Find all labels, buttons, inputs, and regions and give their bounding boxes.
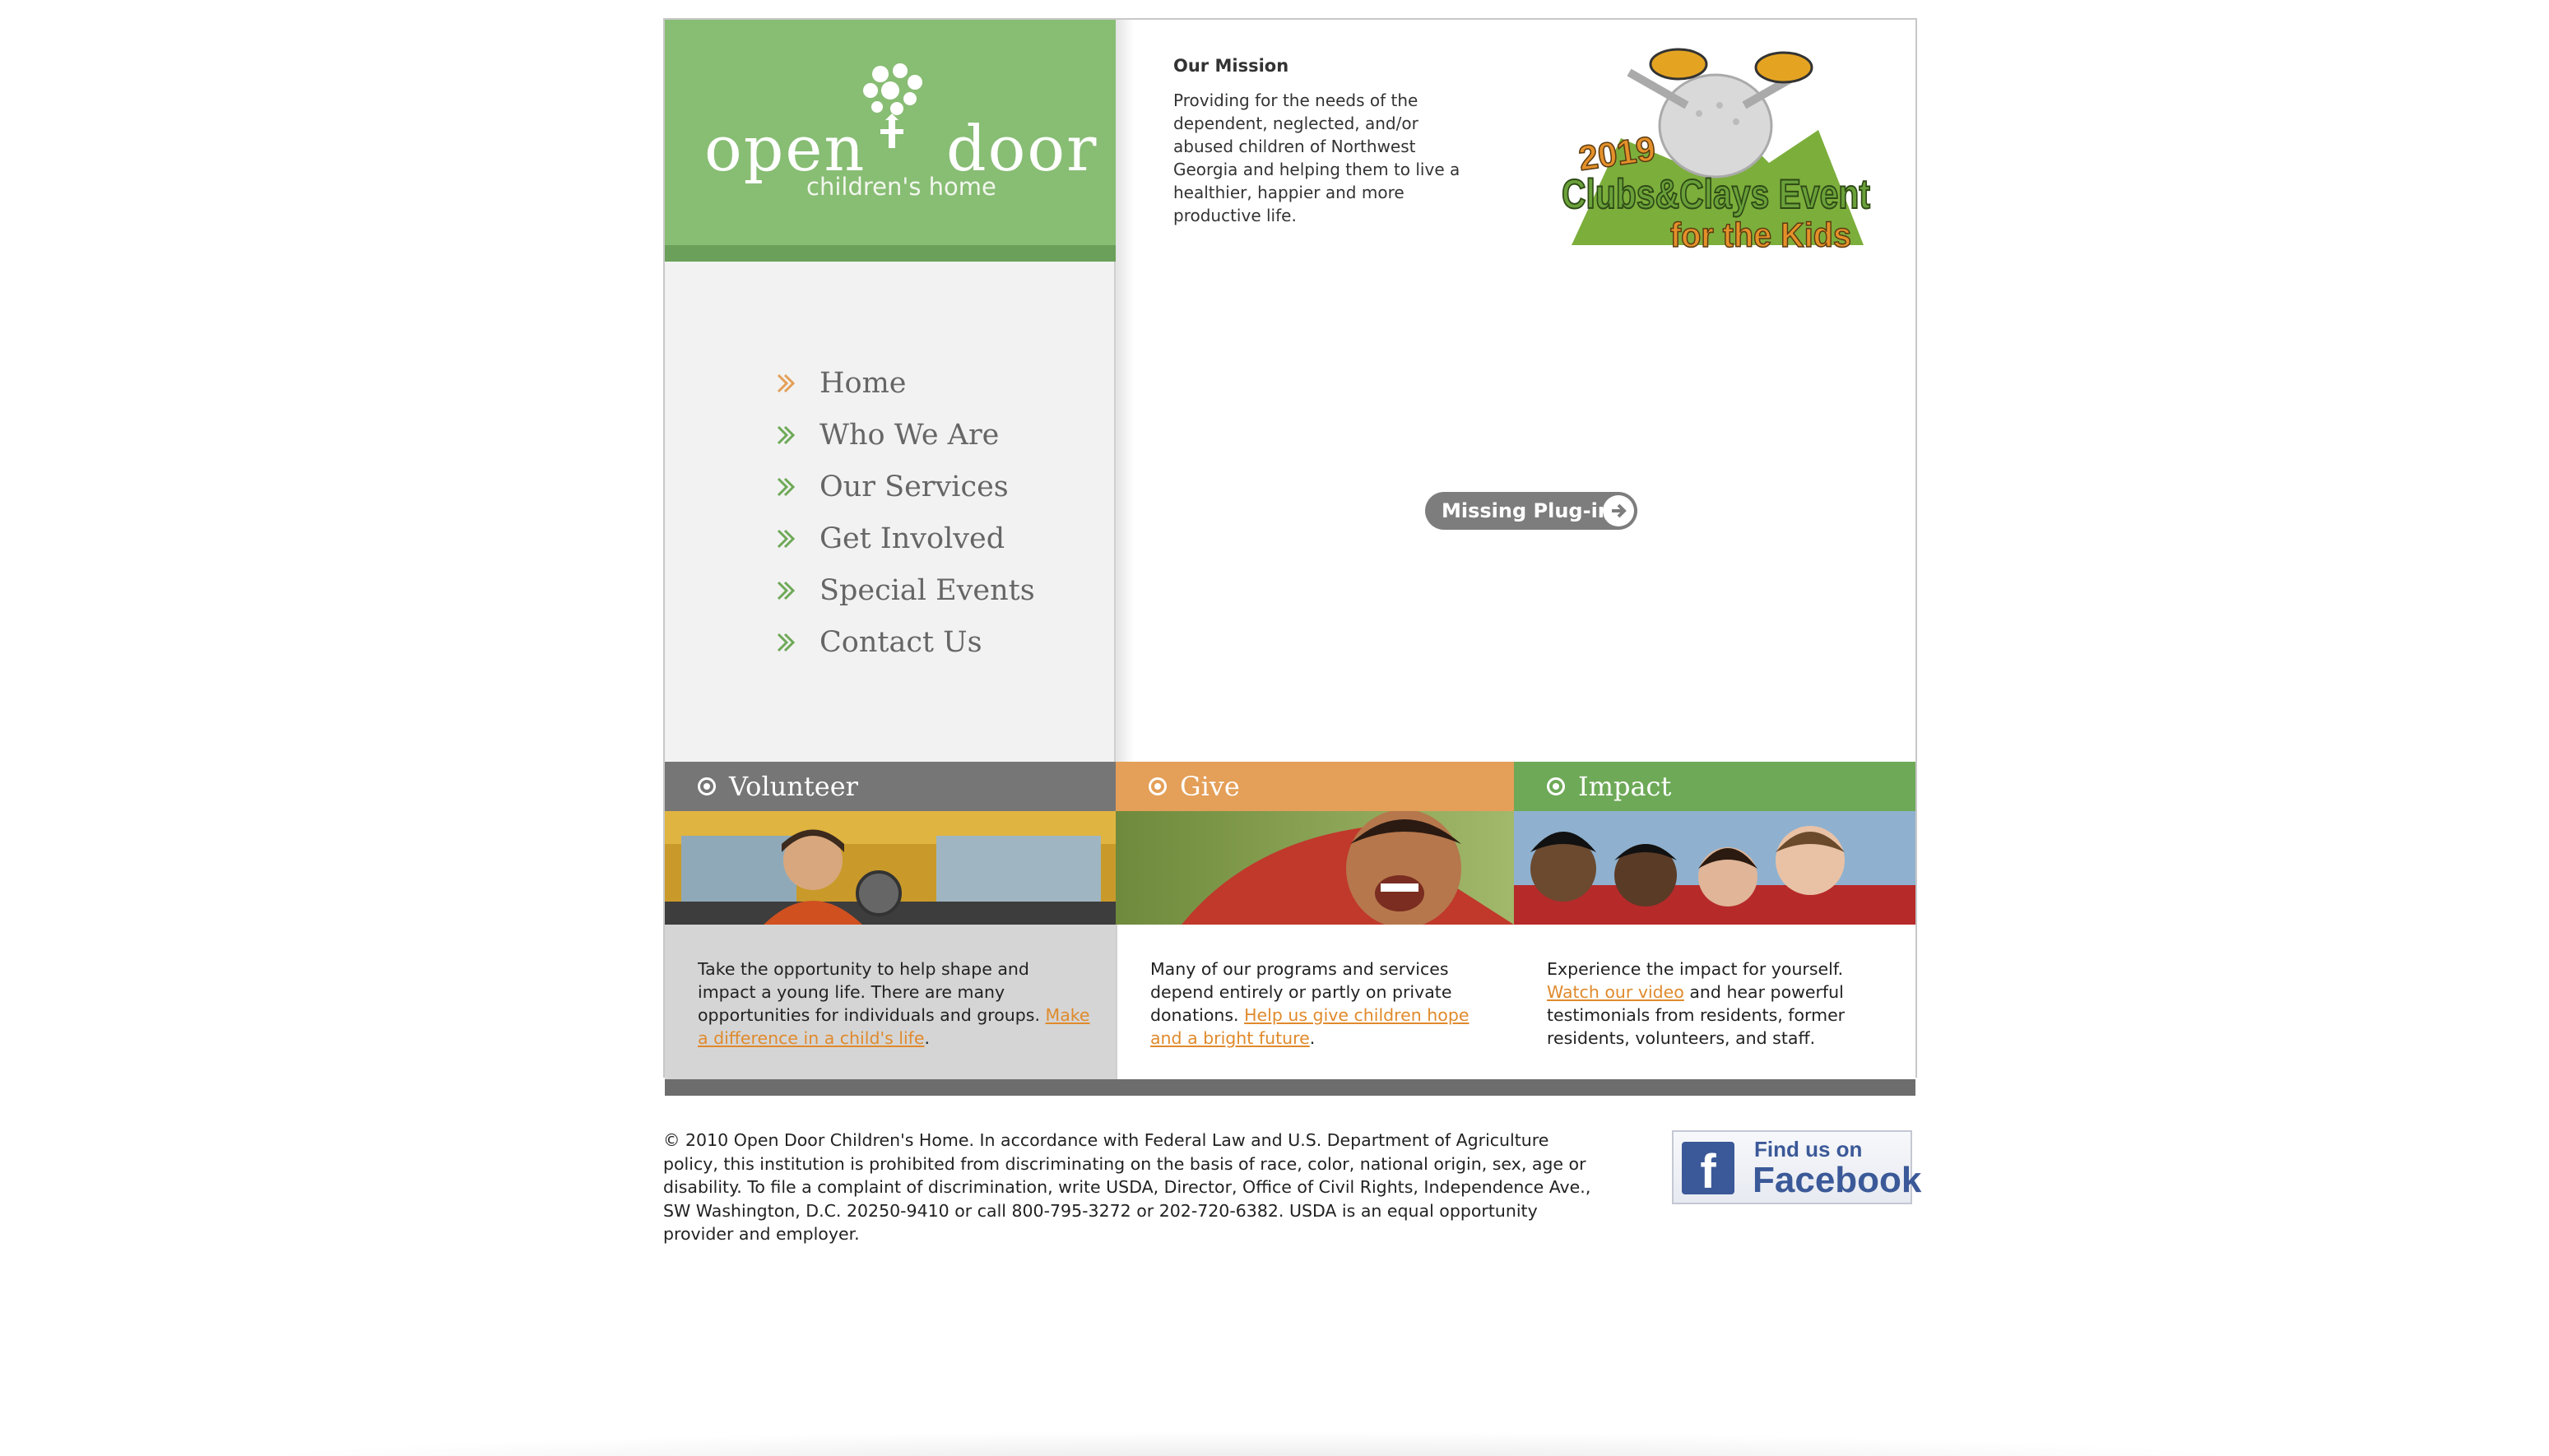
band-label: Impact (1578, 771, 1672, 802)
radio-icon (1547, 777, 1565, 795)
radio-icon (698, 777, 716, 795)
tab-give[interactable]: Give (1116, 762, 1514, 811)
double-chevron-icon (777, 373, 796, 392)
nav-label: Who We Are (819, 418, 1000, 452)
nav-label: Special Events (819, 573, 1035, 607)
logo-strip (665, 245, 1116, 262)
missing-plugin-label: Missing Plug-in (1442, 499, 1612, 522)
missing-plugin-button[interactable]: Missing Plug-in (1425, 492, 1637, 530)
facebook-line2: Facebook (1753, 1160, 1922, 1200)
impact-video-link[interactable]: Watch our video (1547, 982, 1684, 1002)
impact-photo (1514, 811, 1915, 925)
tab-volunteer[interactable]: Volunteer (665, 762, 1116, 811)
band-label: Volunteer (729, 771, 858, 802)
page-container: open door children's home Home Who We Ar… (663, 18, 1917, 1096)
page-shadow (214, 1431, 2287, 1456)
mission-title: Our Mission (1173, 56, 1289, 76)
event-badge-image[interactable]: 2019 Clubs&Clays Event for the Kids (1555, 39, 1876, 262)
radio-icon (1149, 777, 1167, 795)
volunteer-text: Take the opportunity to help shape and i… (698, 959, 1041, 1025)
nav-label: Home (819, 366, 907, 400)
nav-shadow (1116, 20, 1134, 780)
volunteer-column: Take the opportunity to help shape and i… (665, 925, 1116, 1079)
nav-item-home[interactable]: Home (775, 357, 1035, 409)
facebook-icon: f (1682, 1142, 1734, 1199)
logo-subtitle: children's home (806, 173, 996, 201)
nav-item-special-events[interactable]: Special Events (775, 564, 1035, 616)
arrow-right-icon (1603, 495, 1634, 526)
double-chevron-icon (777, 529, 796, 548)
double-chevron-icon (777, 633, 796, 651)
tab-impact[interactable]: Impact (1514, 762, 1915, 811)
main-nav: Home Who We Are Our Services Get Involve… (775, 357, 1035, 668)
double-chevron-icon (777, 477, 796, 496)
nav-item-get-involved[interactable]: Get Involved (775, 512, 1035, 564)
nav-label: Contact Us (819, 625, 982, 659)
give-column: Many of our programs and services depend… (1116, 925, 1514, 1079)
nav-item-who-we-are[interactable]: Who We Are (775, 409, 1035, 461)
double-chevron-icon (777, 425, 796, 444)
logo-panel[interactable]: open door children's home (665, 20, 1116, 245)
impact-intro: Experience the impact for yourself. (1547, 959, 1844, 979)
nav-item-contact-us[interactable]: Contact Us (775, 616, 1035, 668)
volunteer-period: . (924, 1028, 931, 1048)
nav-label: Get Involved (819, 522, 1005, 555)
double-chevron-icon (777, 581, 796, 600)
nav-label: Our Services (819, 470, 1009, 503)
impact-column: Experience the impact for yourself. Watc… (1514, 925, 1915, 1079)
footer-legal-text: © 2010 Open Door Children's Home. In acc… (663, 1130, 1591, 1244)
facebook-line1: Find us on (1754, 1137, 1863, 1162)
event-badge-line2: for the Kids (1670, 216, 1851, 254)
give-photo (1116, 811, 1514, 925)
give-period: . (1309, 1028, 1316, 1048)
nav-item-our-services[interactable]: Our Services (775, 461, 1035, 512)
bottom-bar (665, 1079, 1915, 1096)
event-badge-line1: Clubs&Clays Event (1562, 171, 1870, 217)
volunteer-photo (665, 811, 1116, 925)
facebook-button[interactable]: f Find us on Facebook (1672, 1130, 1921, 1204)
mission-text: Providing for the needs of the dependent… (1173, 90, 1460, 225)
band-label: Give (1180, 771, 1240, 802)
